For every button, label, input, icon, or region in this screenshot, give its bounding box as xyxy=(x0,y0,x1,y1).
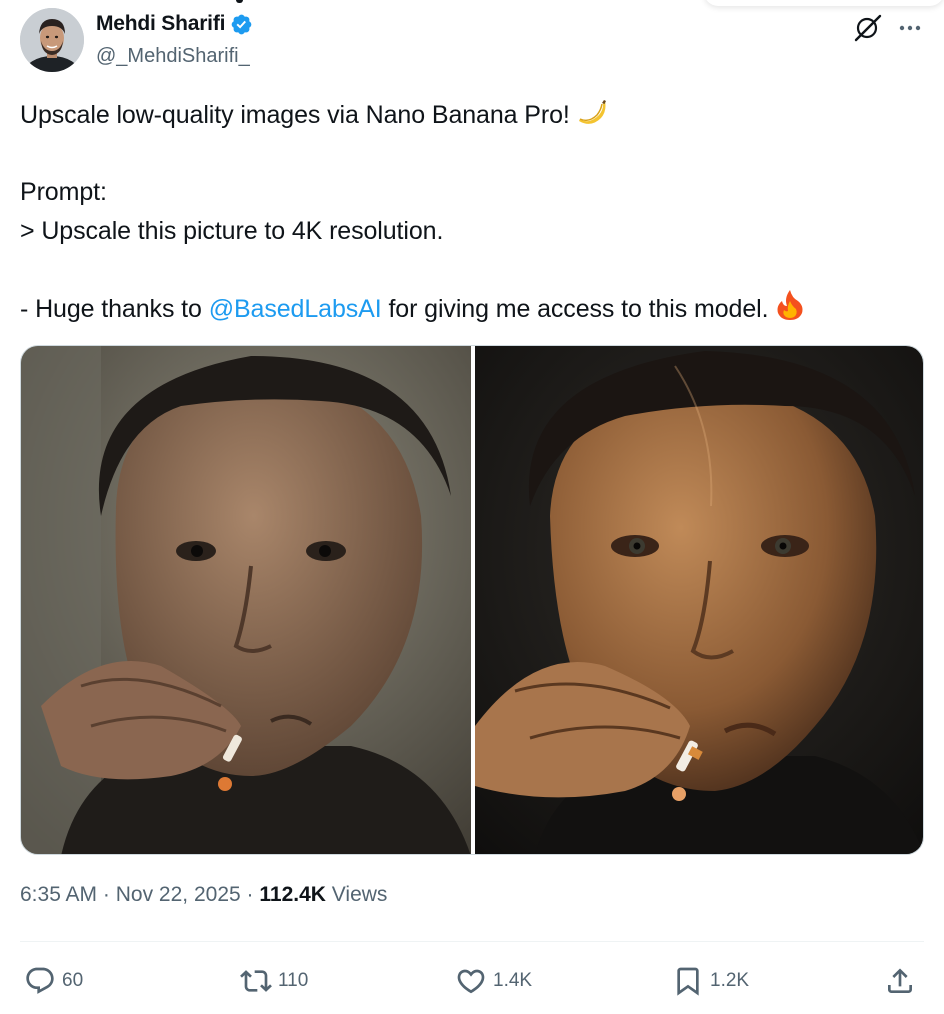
photo-upscaled[interactable] xyxy=(475,346,923,854)
photo-original[interactable] xyxy=(21,346,471,854)
thanks-suffix: for giving me access to this model. xyxy=(381,294,769,323)
more-icon xyxy=(899,25,921,31)
mention-link[interactable]: @BasedLabsAI xyxy=(209,295,382,323)
share-button[interactable] xyxy=(884,962,916,1000)
post-time[interactable]: 6:35 AM xyxy=(20,883,97,906)
divider xyxy=(20,941,924,942)
reply-icon xyxy=(26,967,54,994)
meta-separator: · xyxy=(102,883,110,906)
user-handle[interactable]: @_MehdiSharifi_ xyxy=(96,45,250,68)
bookmark-icon xyxy=(677,967,699,996)
prompt-label: Prompt: xyxy=(20,178,107,206)
like-button[interactable]: 1.4K xyxy=(455,962,532,1000)
thanks-prefix: - Huge thanks to xyxy=(20,294,209,323)
top-edge xyxy=(0,0,944,6)
grok-button[interactable] xyxy=(852,12,884,44)
meta-separator: · xyxy=(246,883,254,906)
overlay-edge xyxy=(704,0,944,6)
fire-emoji-icon xyxy=(777,289,803,320)
repost-icon xyxy=(240,970,272,992)
reply-count: 60 xyxy=(62,970,84,991)
like-count: 1.4K xyxy=(493,970,533,991)
more-button[interactable] xyxy=(894,12,926,44)
tweet-headline: Upscale low-quality images via Nano Bana… xyxy=(20,101,570,129)
post-date[interactable]: Nov 22, 2025 xyxy=(116,883,241,906)
tweet-meta: 6:35 AM · Nov 22, 2025 · 112.4K Views xyxy=(20,883,387,907)
tweet-line-1: Upscale low-quality images via Nano Bana… xyxy=(20,96,920,135)
repost-count: 110 xyxy=(278,970,309,991)
media-grid[interactable] xyxy=(20,345,924,855)
display-name[interactable]: Mehdi Sharifi xyxy=(96,12,225,36)
banana-emoji-icon xyxy=(578,100,606,124)
tweet-blank-1 xyxy=(20,135,920,174)
views-count[interactable]: 112.4K xyxy=(259,883,326,906)
tweet-line-thanks: - Huge thanks to @BasedLabsAI for giving… xyxy=(20,289,920,328)
tweet-text: Upscale low-quality images via Nano Bana… xyxy=(20,96,920,327)
verified-badge-icon xyxy=(231,14,252,34)
bookmark-count: 1.2K xyxy=(710,970,750,991)
reply-button[interactable]: 60 xyxy=(24,962,83,1000)
thread-connector xyxy=(236,0,243,3)
bookmark-button[interactable]: 1.2K xyxy=(672,962,749,1000)
tweet-blank-2 xyxy=(20,250,920,289)
like-icon xyxy=(457,969,485,994)
prompt-text: > Upscale this picture to 4K resolution. xyxy=(20,216,444,245)
share-icon xyxy=(888,968,912,993)
avatar[interactable] xyxy=(20,8,84,72)
repost-button[interactable]: 110 xyxy=(240,962,308,1000)
views-label: Views xyxy=(331,883,388,906)
grok-icon xyxy=(854,14,882,42)
